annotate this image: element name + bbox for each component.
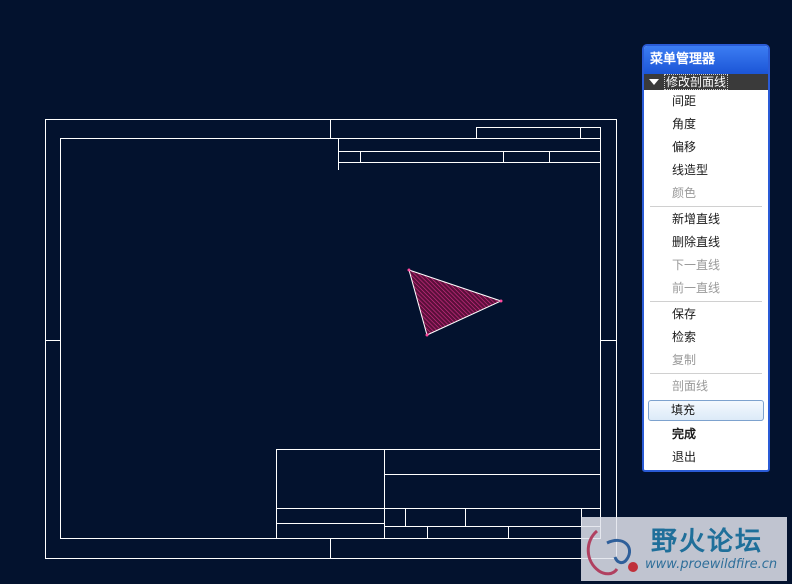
- menu-item-color: 颜色: [672, 186, 697, 200]
- menu-manager: 菜单管理器 修改剖面线 间距 角度 偏移 线造型 颜色 新增直线 删除直线 下一…: [642, 44, 770, 472]
- menu-separator: [650, 301, 762, 302]
- menu-item-hatch: 剖面线: [672, 379, 709, 393]
- menu-item-spacing[interactable]: 间距: [644, 90, 768, 113]
- top-right-table: [338, 127, 601, 170]
- menu-separator: [650, 373, 762, 374]
- title-block: [276, 449, 601, 539]
- collapse-triangle-icon[interactable]: [649, 79, 659, 85]
- menu-section-header[interactable]: 修改剖面线: [644, 74, 768, 90]
- menu-item-line-style[interactable]: 线造型: [644, 159, 768, 182]
- menu-item-copy: 复制: [672, 353, 697, 367]
- outer-border: [45, 119, 617, 559]
- menu-item-quit[interactable]: 退出: [644, 446, 768, 469]
- menu-item-angle[interactable]: 角度: [644, 113, 768, 136]
- menu-item-offset[interactable]: 偏移: [644, 136, 768, 159]
- flame-logo-icon: [586, 529, 638, 576]
- hatch-section[interactable]: [408, 269, 503, 336]
- menu-item-fill[interactable]: 填充: [648, 400, 764, 421]
- menu-item-list: 间距 角度 偏移 线造型 颜色 新增直线 删除直线 下一直线 前一直线 保存 检…: [644, 90, 768, 469]
- menu-item-next-line: 下一直线: [672, 258, 721, 272]
- menu-item-prev-line: 前一直线: [672, 281, 721, 295]
- menu-separator: [650, 206, 762, 207]
- menu-item-retrieve[interactable]: 检索: [644, 326, 768, 349]
- watermark: 野火论坛 www.proewildfire.cn: [581, 517, 787, 581]
- menu-item-done[interactable]: 完成: [644, 423, 768, 446]
- inner-border: [60, 138, 601, 539]
- menu-item-save[interactable]: 保存: [644, 303, 768, 326]
- watermark-title: 野火论坛: [651, 527, 764, 557]
- menu-item-delete-line[interactable]: 删除直线: [644, 231, 768, 254]
- menu-manager-title[interactable]: 菜单管理器: [644, 46, 768, 74]
- watermark-url: www.proewildfire.cn: [645, 557, 778, 572]
- menu-section-label: 修改剖面线: [664, 74, 729, 90]
- menu-item-add-line[interactable]: 新增直线: [644, 208, 768, 231]
